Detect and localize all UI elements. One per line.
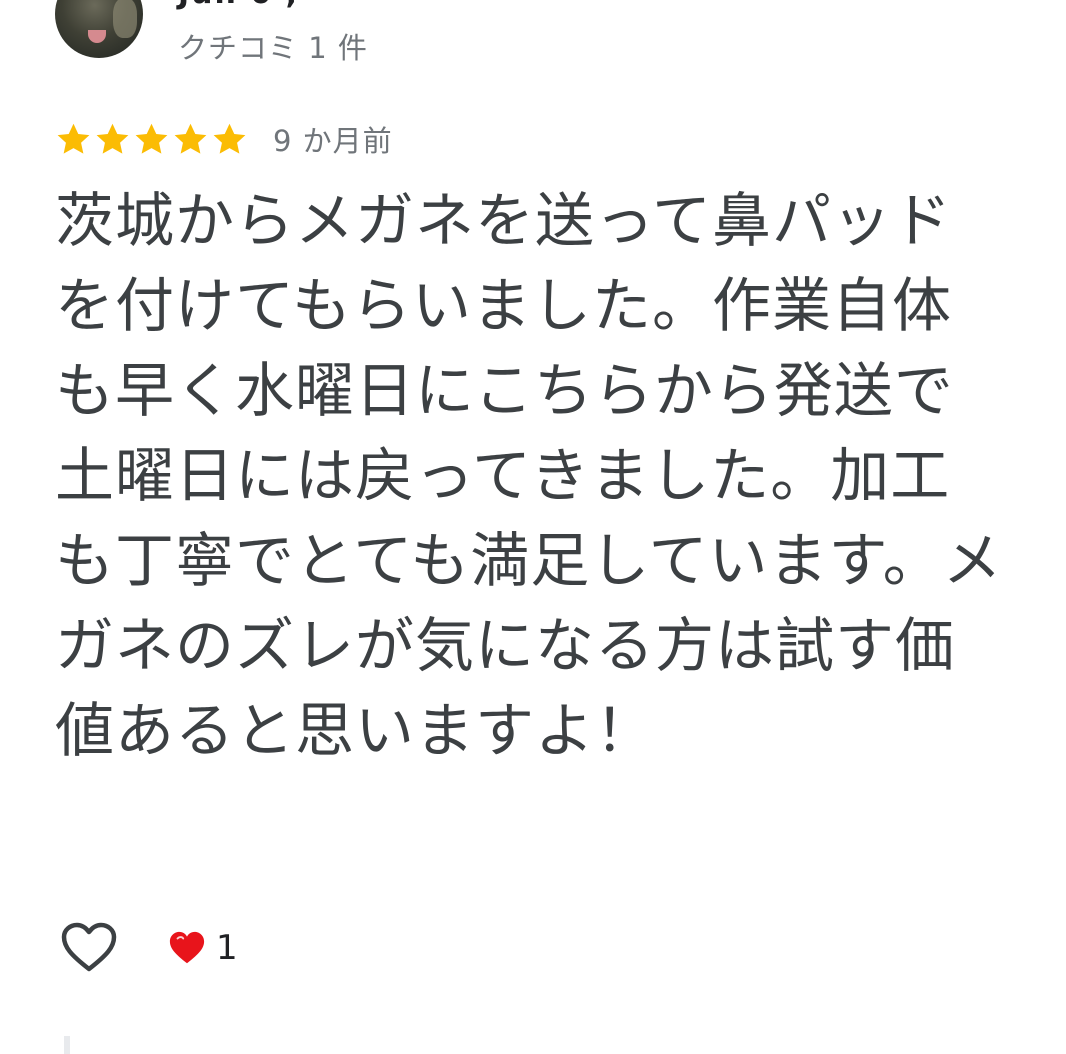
star-rating [55,121,248,158]
review-actions: 1 [60,918,238,978]
avatar[interactable] [55,0,143,58]
heart-outline-icon [61,922,117,972]
avatar-photo-detail [113,0,137,38]
reviewer-name[interactable]: Jun 0 , [178,0,299,11]
like-button[interactable] [60,919,118,977]
reviewer-review-count: クチコミ 1 件 [178,31,368,65]
star-icon [135,123,168,154]
star-icon [57,123,90,154]
review-date: 9 か月前 [273,124,393,158]
review-text: 茨城からメガネを送って鼻パッドを付けてもらいました。作業自体も早く水曜日にこちら… [55,186,1003,765]
rating-row: 9 か月前 [55,119,393,159]
star-icon [213,123,246,154]
avatar-photo-detail [88,30,106,43]
star-icon [174,123,207,154]
star-icon [96,123,129,154]
like-count: 1 [216,928,238,968]
like-count-group: 1 [168,928,238,968]
heart-filled-icon [169,931,205,964]
next-review-edge [64,1036,70,1054]
review-card: Jun 0 , クチコミ 1 件 9 か月前 茨城からメガネを送って鼻パッドを付… [0,0,1066,1054]
